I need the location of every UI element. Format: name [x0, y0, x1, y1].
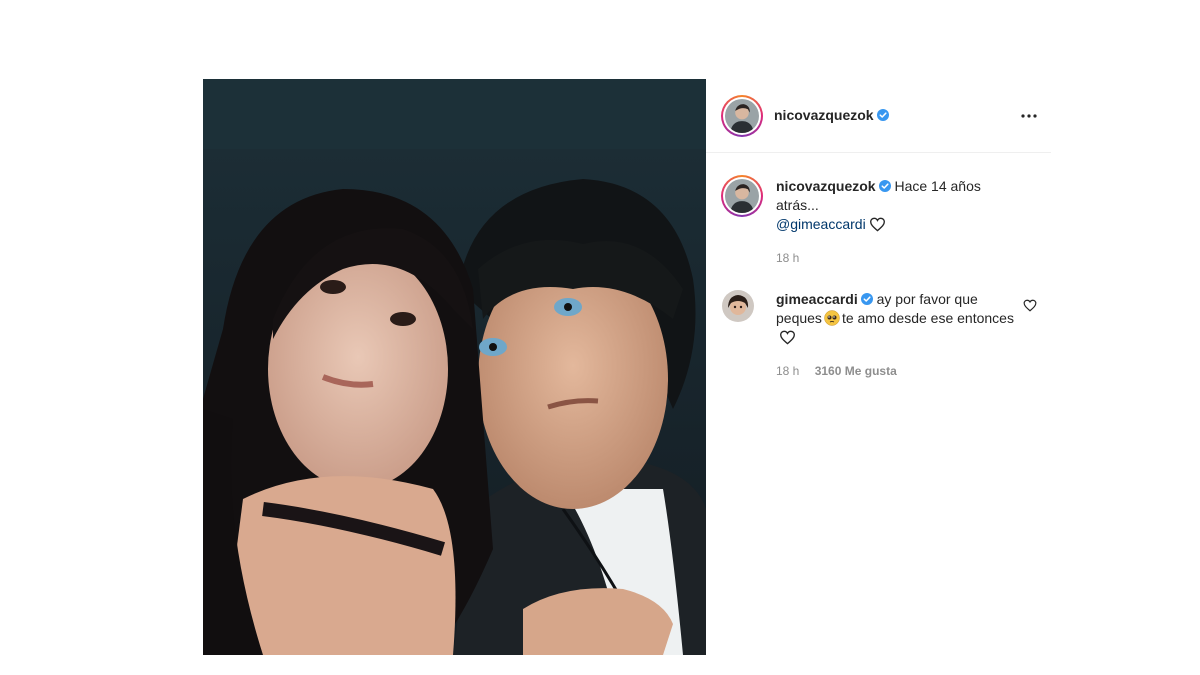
caption-body: nicovazquezok Hace 14 años atrás... @gim…	[776, 177, 996, 234]
caption-mention[interactable]: @gimeaccardi	[776, 216, 866, 232]
verified-badge-icon	[876, 109, 889, 121]
avatar-image	[725, 179, 759, 213]
post-sidebar: nicovazquezok nicovazquezok Hace 14 años…	[706, 79, 1051, 655]
more-options-icon[interactable]	[1019, 107, 1039, 125]
comment-like-heart-icon[interactable]	[1023, 299, 1037, 312]
post-photo[interactable]	[203, 79, 706, 655]
comment-time[interactable]: 18 h	[776, 364, 799, 378]
post-caption: nicovazquezok Hace 14 años atrás... @gim…	[721, 175, 1037, 287]
comment-meta: 18 h 3160 Me gusta	[776, 362, 909, 381]
caption-time[interactable]: 18 h	[776, 251, 799, 265]
comment-item: gimeaccardi ay por favor que peques te a…	[722, 290, 1037, 380]
heart-icon	[869, 217, 886, 232]
author-name-row: nicovazquezok	[774, 107, 889, 125]
comment-likes[interactable]: 3160 Me gusta	[815, 364, 897, 378]
caption-meta: 18 h	[776, 249, 811, 268]
avatar-image	[725, 99, 759, 133]
avatar-image	[722, 290, 754, 322]
post-image	[203, 79, 706, 655]
comment-body: gimeaccardi ay por favor que peques te a…	[776, 290, 1016, 347]
verified-badge-icon	[878, 180, 891, 192]
author-avatar[interactable]	[721, 95, 763, 137]
post-header: nicovazquezok	[706, 79, 1051, 153]
pleading-face-emoji	[824, 310, 840, 326]
caption-username[interactable]: nicovazquezok	[776, 178, 876, 194]
caption-avatar[interactable]	[721, 175, 763, 217]
comment-text-end: te amo desde ese entonces	[841, 310, 1014, 326]
commenter-avatar[interactable]	[722, 290, 754, 322]
verified-badge-icon	[860, 293, 873, 305]
comment-username[interactable]: gimeaccardi	[776, 291, 858, 307]
author-username[interactable]: nicovazquezok	[774, 107, 874, 123]
heart-icon	[779, 330, 796, 345]
